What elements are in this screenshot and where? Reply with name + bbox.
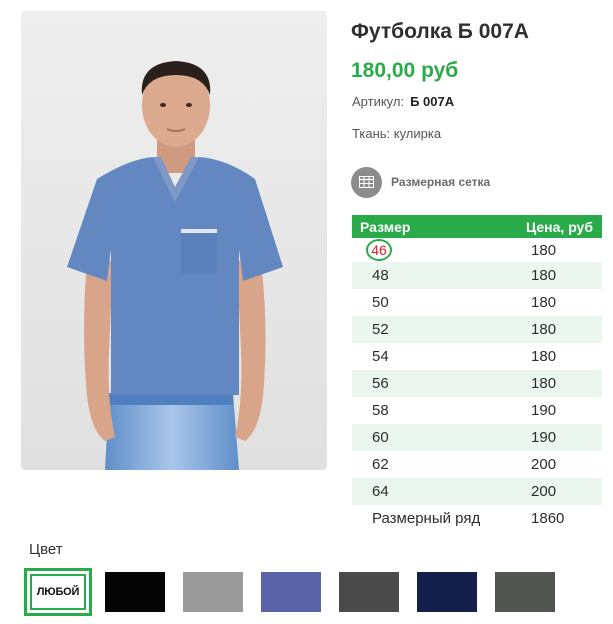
price-cell: 200 xyxy=(503,478,602,505)
size-chart-link[interactable]: Размерная сетка xyxy=(351,166,490,198)
product-fabric: Ткань: кулирка xyxy=(352,126,442,141)
table-row[interactable]: 54 180 xyxy=(352,343,602,370)
size-cell: 56 xyxy=(352,370,504,397)
table-row[interactable]: 64 200 xyxy=(352,478,602,505)
table-row[interactable]: 58 190 xyxy=(352,397,602,424)
table-row[interactable]: 60 190 xyxy=(352,424,602,451)
product-price: 180,00 руб xyxy=(351,59,459,82)
size-cell: 48 xyxy=(352,262,504,289)
price-cell: 180 xyxy=(503,262,602,289)
price-cell: 180 xyxy=(503,289,602,316)
sku-value: Б 007А xyxy=(410,94,455,109)
color-any-label: ЛЮБОЙ xyxy=(30,574,86,610)
price-cell: 200 xyxy=(503,451,602,478)
product-sku: Артикул: Б 007А xyxy=(352,94,454,109)
table-grid-icon xyxy=(351,166,382,198)
size-price-table: Размер Цена, руб 46 180 48 180 50 180 52… xyxy=(352,215,602,532)
price-cell: 180 xyxy=(503,370,602,397)
product-photo[interactable] xyxy=(21,11,327,470)
size-column-header: Размер xyxy=(352,215,504,238)
size-cell: 64 xyxy=(352,478,504,505)
size-cell: 52 xyxy=(352,316,504,343)
color-swatch-gray[interactable] xyxy=(183,572,243,612)
size-cell: 50 xyxy=(352,289,504,316)
table-row[interactable]: 62 200 xyxy=(352,451,602,478)
price-cell: 180 xyxy=(503,238,602,262)
size-range-price: 1860 xyxy=(503,505,602,532)
table-row[interactable]: 50 180 xyxy=(352,289,602,316)
product-title: Футболка Б 007А xyxy=(351,20,529,43)
model-in-tshirt-image xyxy=(21,11,327,470)
size-cell: 54 xyxy=(352,343,504,370)
table-row-size-range[interactable]: Размерный ряд 1860 xyxy=(352,505,602,532)
price-cell: 190 xyxy=(503,424,602,451)
size-chart-label: Размерная сетка xyxy=(391,175,491,189)
table-row[interactable]: 52 180 xyxy=(352,316,602,343)
selected-size-marker: 46 xyxy=(366,239,392,261)
color-swatch-blue-melange[interactable] xyxy=(261,572,321,612)
price-cell: 180 xyxy=(503,316,602,343)
size-cell: 58 xyxy=(352,397,504,424)
color-swatch-dark-gray-green[interactable] xyxy=(495,572,555,612)
table-row[interactable]: 48 180 xyxy=(352,262,602,289)
price-column-header: Цена, руб xyxy=(503,215,602,238)
color-swatch-black[interactable] xyxy=(105,572,165,612)
size-cell: 62 xyxy=(352,451,504,478)
size-range-label: Размерный ряд xyxy=(352,505,504,532)
size-cell: 46 xyxy=(352,238,504,262)
color-swatch-navy[interactable] xyxy=(417,572,477,612)
sku-label: Артикул: xyxy=(352,94,405,109)
price-cell: 190 xyxy=(503,397,602,424)
color-label: Цвет xyxy=(29,541,63,558)
color-swatch-dark-gray[interactable] xyxy=(339,572,399,612)
table-header-row: Размер Цена, руб xyxy=(352,215,602,238)
size-cell: 60 xyxy=(352,424,504,451)
price-cell: 180 xyxy=(503,343,602,370)
table-row[interactable]: 46 180 xyxy=(352,238,602,262)
table-row[interactable]: 56 180 xyxy=(352,370,602,397)
color-swatch-any[interactable]: ЛЮБОЙ xyxy=(24,568,92,616)
